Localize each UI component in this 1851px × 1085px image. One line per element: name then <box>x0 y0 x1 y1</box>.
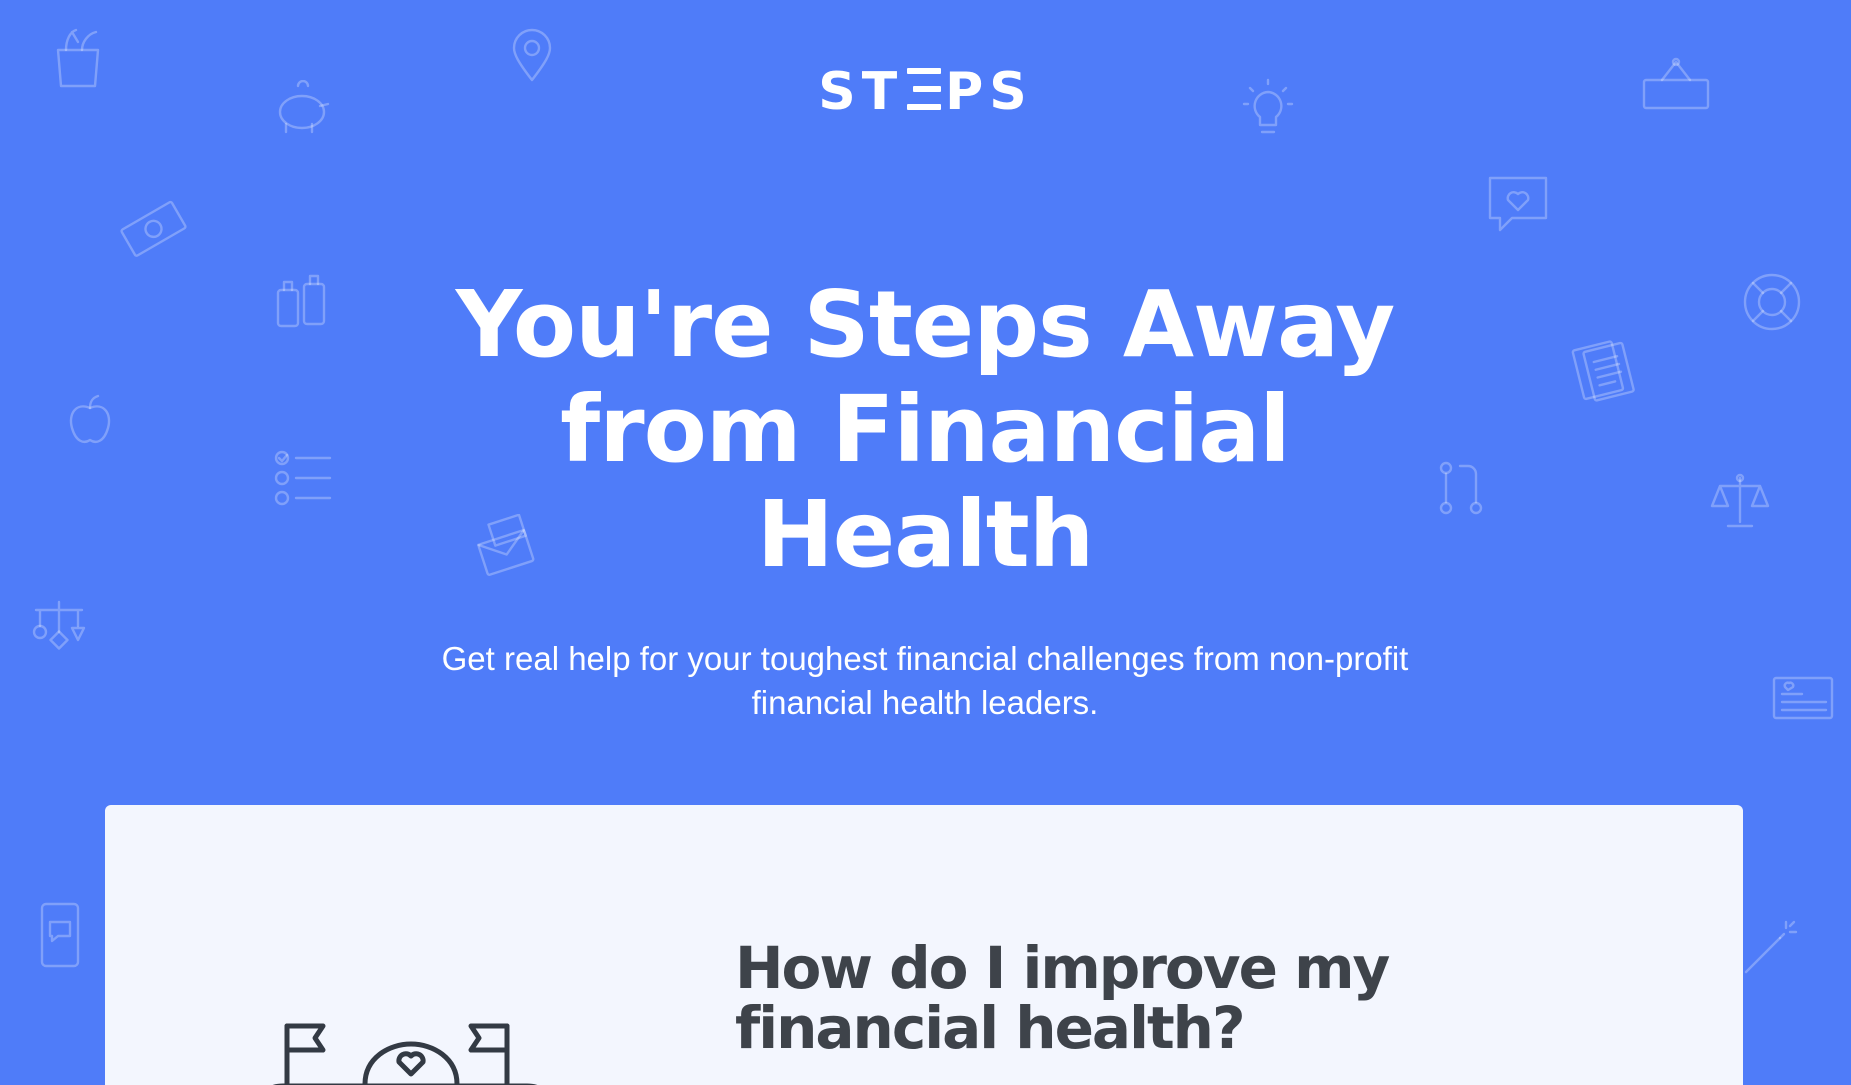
checklist-icon <box>274 450 332 506</box>
logo-text-right: PS <box>945 62 1033 122</box>
info-card: How do I improve my financial health? <box>105 805 1743 1085</box>
hero-subtitle: Get real help for your toughest financia… <box>441 640 1409 721</box>
documents-icon <box>1571 340 1635 402</box>
apple-icon <box>69 394 111 443</box>
credit-card-icon <box>1772 676 1834 720</box>
mobile-chat-icon <box>40 902 80 968</box>
steps-logo[interactable]: ST PS <box>0 66 1851 118</box>
baby-bottles-icon <box>276 274 326 328</box>
hero-title: You're Steps Away from Financial Health <box>455 271 1396 588</box>
magic-wand-icon <box>1744 920 1798 974</box>
card-heading: How do I improve my financial health? <box>735 934 1390 1062</box>
life-ring-icon <box>1743 273 1801 331</box>
finance-building-illustration <box>255 1010 555 1085</box>
logo-text-left: ST <box>818 62 904 122</box>
chat-heart-icon <box>1488 176 1548 232</box>
baby-mobile-icon <box>32 600 86 650</box>
money-bill-icon <box>120 200 187 257</box>
path-steps-icon <box>1439 461 1483 515</box>
scales-icon <box>1710 473 1770 528</box>
logo-e-bars-icon <box>907 68 942 110</box>
